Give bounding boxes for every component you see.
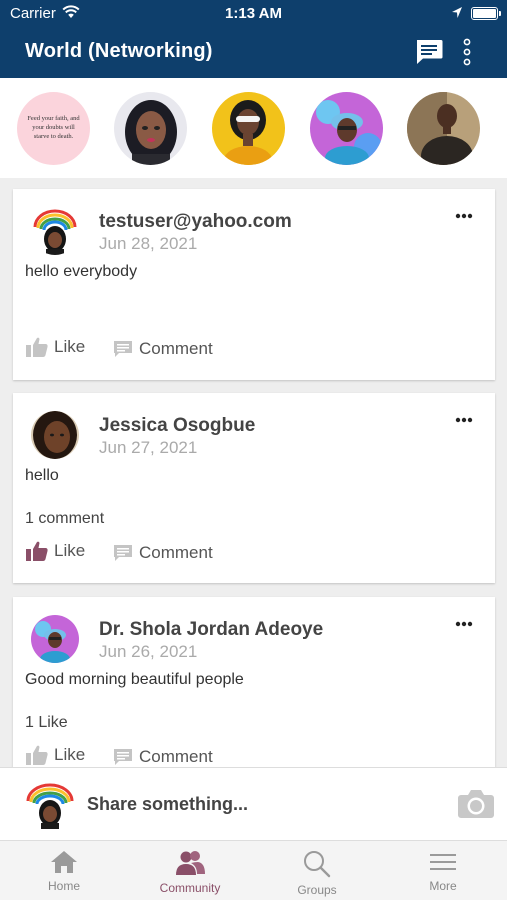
stories-strip: Feed your faith, and your doubts will st… <box>0 78 507 178</box>
comment-button[interactable]: Comment <box>113 747 213 767</box>
post-date: Jun 27, 2021 <box>99 438 198 457</box>
story-quote-text: Feed your faith, and your doubts will st… <box>27 115 80 140</box>
tab-label: Home <box>47 879 80 893</box>
search-icon <box>304 851 331 878</box>
post-date: Jun 28, 2021 <box>99 234 198 253</box>
post-card: testuser@yahoo.com Jun 28, 2021 hello ev… <box>13 189 495 380</box>
tab-label: Groups <box>297 883 337 897</box>
post-card: Jessica Osogbue Jun 27, 2021 hello 1 com… <box>13 393 495 583</box>
status-bar: Carrier 1:13 AM <box>0 0 507 28</box>
comment-label: Comment <box>139 747 213 766</box>
tab-home[interactable]: Home <box>1 841 127 900</box>
comment-button[interactable]: Comment <box>113 339 213 359</box>
tab-community[interactable]: Community <box>127 841 253 900</box>
home-icon <box>51 851 77 873</box>
story-quote[interactable]: Feed your faith, and your doubts will st… <box>17 92 90 165</box>
comment-button[interactable]: Comment <box>113 543 213 563</box>
post-body: hello <box>25 467 59 484</box>
status-time: 1:13 AM <box>225 5 282 22</box>
tab-label: Community <box>159 881 221 895</box>
like-button[interactable]: Like <box>26 745 85 765</box>
tab-label: More <box>429 879 457 893</box>
post-date: Jun 26, 2021 <box>99 642 198 661</box>
page-title: World (Networking) <box>25 40 213 62</box>
more-options-icon[interactable] <box>462 38 472 66</box>
app-header: Carrier 1:13 AM World (Networking) <box>0 0 507 78</box>
post-more-icon[interactable] <box>455 621 473 627</box>
like-label: Like <box>54 745 86 764</box>
user-avatar <box>26 783 74 829</box>
comment-count[interactable]: 1 comment <box>25 510 104 528</box>
like-label: Like <box>54 541 86 560</box>
post-avatar[interactable] <box>31 207 79 255</box>
thumbs-up-icon <box>26 337 48 357</box>
comment-icon <box>114 341 132 357</box>
share-composer[interactable]: Share something... <box>0 767 507 840</box>
comment-icon <box>114 749 132 765</box>
post-more-icon[interactable] <box>455 417 473 423</box>
story-avatar[interactable] <box>310 92 383 165</box>
camera-icon[interactable] <box>457 789 495 819</box>
chat-icon[interactable] <box>414 38 444 66</box>
post-card: Dr. Shola Jordan Adeoye Jun 26, 2021 Goo… <box>13 597 495 787</box>
comment-label: Comment <box>139 339 213 358</box>
like-button[interactable]: Like <box>26 337 85 357</box>
tab-groups[interactable]: Groups <box>254 841 380 900</box>
community-icon <box>176 851 205 875</box>
share-input[interactable]: Share something... <box>87 794 248 815</box>
post-author[interactable]: Jessica Osogbue <box>99 415 255 437</box>
location-arrow-icon <box>452 7 462 18</box>
comment-label: Comment <box>139 543 213 562</box>
menu-icon <box>430 854 456 870</box>
like-button[interactable]: Like <box>26 541 85 561</box>
story-avatar[interactable] <box>407 92 480 165</box>
tab-more[interactable]: More <box>380 841 506 900</box>
tab-bar: Home Community Groups More <box>0 840 507 900</box>
post-more-icon[interactable] <box>455 213 473 219</box>
post-avatar[interactable] <box>31 615 79 663</box>
post-author[interactable]: Dr. Shola Jordan Adeoye <box>99 619 323 641</box>
story-avatar[interactable] <box>114 92 187 165</box>
comment-icon <box>114 545 132 561</box>
story-avatar[interactable] <box>212 92 285 165</box>
thumbs-up-icon <box>26 541 48 561</box>
battery-icon <box>471 7 501 20</box>
like-count[interactable]: 1 Like <box>25 714 68 732</box>
post-author[interactable]: testuser@yahoo.com <box>99 211 292 233</box>
post-body: Good morning beautiful people <box>25 671 244 688</box>
like-label: Like <box>54 337 86 356</box>
post-body: hello everybody <box>25 263 138 280</box>
thumbs-up-icon <box>26 745 48 765</box>
post-avatar[interactable] <box>31 411 79 459</box>
